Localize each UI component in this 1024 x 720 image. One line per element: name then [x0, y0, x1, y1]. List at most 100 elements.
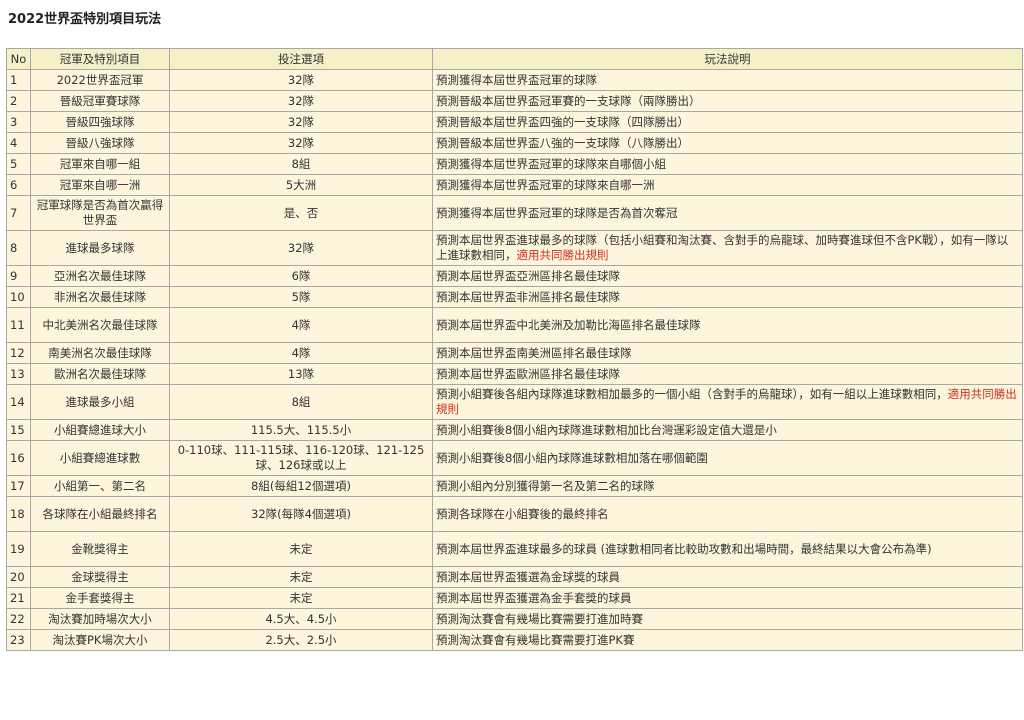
row-description-text: 預測本屆世界盃歐洲區排名最佳球隊 [436, 366, 620, 381]
row-options: 未定 [169, 566, 433, 588]
row-item-text: 各球隊在小組最終排名 [42, 506, 158, 521]
row-item: 2022世界盃冠軍 [30, 69, 170, 91]
row-description-text: 預測本屆世界盃中北美洲及加勒比海區排名最佳球隊 [436, 317, 701, 332]
row-number-text: 7 [10, 205, 18, 220]
row-number: 10 [6, 286, 31, 308]
row-number: 8 [6, 230, 31, 266]
row-number-text: 6 [10, 177, 18, 192]
row-number: 15 [6, 419, 31, 441]
row-options-text: 2.5大、2.5小 [265, 632, 337, 647]
row-description: 預測淘汰賽會有幾場比賽需要打進PK賽 [432, 629, 1023, 651]
row-description: 預測本屆世界盃南美洲區排名最佳球隊 [432, 342, 1023, 364]
rule-highlight: 適用共同勝出規則 [516, 248, 609, 262]
row-number-text: 18 [10, 506, 25, 521]
row-description-text: 預測小組賽後8個小組內球隊進球數相加落在哪個範圍 [436, 450, 708, 465]
row-description: 預測晉級本屆世界盃四強的一支球隊（四隊勝出） [432, 111, 1023, 133]
row-number: 6 [6, 174, 31, 196]
row-options: 是、否 [169, 195, 433, 231]
row-item-text: 南美洲名次最佳球隊 [48, 345, 152, 360]
table-row: 23 淘汰賽PK場次大小 2.5大、2.5小 預測淘汰賽會有幾場比賽需要打進PK賽 [6, 629, 1023, 651]
row-options-text: 未定 [289, 590, 313, 605]
row-description-text: 預測本屆世界盃獲選為金球獎的球員 [436, 569, 620, 584]
row-number-text: 20 [10, 569, 25, 584]
row-item: 冠軍球隊是否為首次贏得世界盃 [30, 195, 170, 231]
row-description-text: 預測晉級本屆世界盃冠軍賽的一支球隊（兩隊勝出） [436, 93, 701, 108]
row-options-text: 13隊 [287, 366, 315, 381]
row-item: 小組第一、第二名 [30, 475, 170, 497]
row-number: 22 [6, 608, 31, 630]
row-options-text: 5大洲 [285, 177, 317, 192]
row-description: 預測小組賽後8個小組內球隊進球數相加落在哪個範圍 [432, 440, 1023, 476]
row-options: 未定 [169, 587, 433, 609]
header-no: No [6, 48, 31, 70]
row-number: 17 [6, 475, 31, 497]
row-number: 23 [6, 629, 31, 651]
row-options: 0-110球、111-115球、116-120球、121-125球、126球或以… [169, 440, 433, 476]
row-number-text: 11 [10, 317, 25, 332]
row-number: 9 [6, 265, 31, 287]
row-item: 金球獎得主 [30, 566, 170, 588]
row-options: 8組(每組12個選項) [169, 475, 433, 497]
row-description: 預測本屆世界盃中北美洲及加勒比海區排名最佳球隊 [432, 307, 1023, 343]
row-description: 預測淘汰賽會有幾場比賽需要打進加時賽 [432, 608, 1023, 630]
row-description: 預測晉級本屆世界盃八強的一支球隊（八隊勝出） [432, 132, 1023, 154]
row-options: 32隊 [169, 111, 433, 133]
table-row: 6 冠軍來自哪一洲 5大洲 預測獲得本屆世界盃冠軍的球隊來自哪一洲 [6, 174, 1023, 196]
row-number: 13 [6, 363, 31, 385]
table-row: 5 冠軍來自哪一組 8組 預測獲得本屆世界盃冠軍的球隊來自哪個小組 [6, 153, 1023, 175]
table-row: 13 歐洲名次最佳球隊 13隊 預測本屆世界盃歐洲區排名最佳球隊 [6, 363, 1023, 385]
row-options: 8組 [169, 153, 433, 175]
row-number: 4 [6, 132, 31, 154]
row-item: 亞洲名次最佳球隊 [30, 265, 170, 287]
row-number: 1 [6, 69, 31, 91]
row-item: 晉級冠軍賽球隊 [30, 90, 170, 112]
row-item: 金靴獎得主 [30, 531, 170, 567]
row-number-text: 15 [10, 422, 25, 437]
row-options: 5隊 [169, 286, 433, 308]
row-options-text: 32隊 [287, 72, 315, 87]
row-item-text: 金靴獎得主 [71, 541, 129, 556]
row-options: 未定 [169, 531, 433, 567]
row-number-text: 14 [10, 394, 25, 409]
row-options-text: 32隊 [287, 240, 315, 255]
row-description: 預測各球隊在小組賽後的最終排名 [432, 496, 1023, 532]
row-item: 各球隊在小組最終排名 [30, 496, 170, 532]
row-options-text: 32隊 [287, 135, 315, 150]
row-description: 預測獲得本屆世界盃冠軍的球隊來自哪個小組 [432, 153, 1023, 175]
row-options-text: 8組 [291, 394, 311, 409]
row-number-text: 13 [10, 366, 25, 381]
row-item-text: 晉級四強球隊 [65, 114, 135, 129]
header-options: 投注選項 [169, 48, 433, 70]
row-item-text: 冠軍球隊是否為首次贏得世界盃 [36, 198, 164, 227]
row-options-text: 115.5大、115.5小 [250, 422, 352, 437]
row-item-text: 進球最多球隊 [65, 240, 135, 255]
row-item-text: 淘汰賽加時場次大小 [48, 611, 152, 626]
row-description: 預測本屆世界盃歐洲區排名最佳球隊 [432, 363, 1023, 385]
row-options: 32隊 [169, 90, 433, 112]
row-number-text: 12 [10, 345, 25, 360]
row-description-text: 預測獲得本屆世界盃冠軍的球隊是否為首次奪冠 [436, 205, 678, 220]
row-number-text: 2 [10, 93, 18, 108]
row-options-text: 32隊(每隊4個選項) [251, 506, 351, 521]
row-item-text: 歐洲名次最佳球隊 [54, 366, 146, 381]
table-row: 15 小組賽總進球大小 115.5大、115.5小 預測小組賽後8個小組內球隊進球數相… [6, 419, 1023, 441]
row-item: 淘汰賽加時場次大小 [30, 608, 170, 630]
row-options-text: 未定 [289, 569, 313, 584]
row-number: 19 [6, 531, 31, 567]
row-options-text: 4隊 [291, 317, 311, 332]
row-options: 8組 [169, 384, 433, 420]
row-options: 115.5大、115.5小 [169, 419, 433, 441]
row-options-text: 4.5大、4.5小 [265, 611, 337, 626]
row-description: 預測獲得本屆世界盃冠軍的球隊 [432, 69, 1023, 91]
row-description-text: 預測晉級本屆世界盃四強的一支球隊（四隊勝出） [436, 114, 689, 129]
row-item: 金手套獎得主 [30, 587, 170, 609]
row-item-text: 進球最多小組 [65, 394, 135, 409]
table-row: 1 2022世界盃冠軍 32隊 預測獲得本屆世界盃冠軍的球隊 [6, 69, 1023, 91]
row-number-text: 8 [10, 240, 18, 255]
table-row: 3 晉級四強球隊 32隊 預測晉級本屆世界盃四強的一支球隊（四隊勝出） [6, 111, 1023, 133]
row-number-text: 23 [10, 632, 25, 647]
row-description-text: 預測淘汰賽會有幾場比賽需要打進加時賽 [436, 611, 643, 626]
row-options-text: 6隊 [291, 268, 311, 283]
row-number-text: 5 [10, 156, 18, 171]
row-item: 歐洲名次最佳球隊 [30, 363, 170, 385]
